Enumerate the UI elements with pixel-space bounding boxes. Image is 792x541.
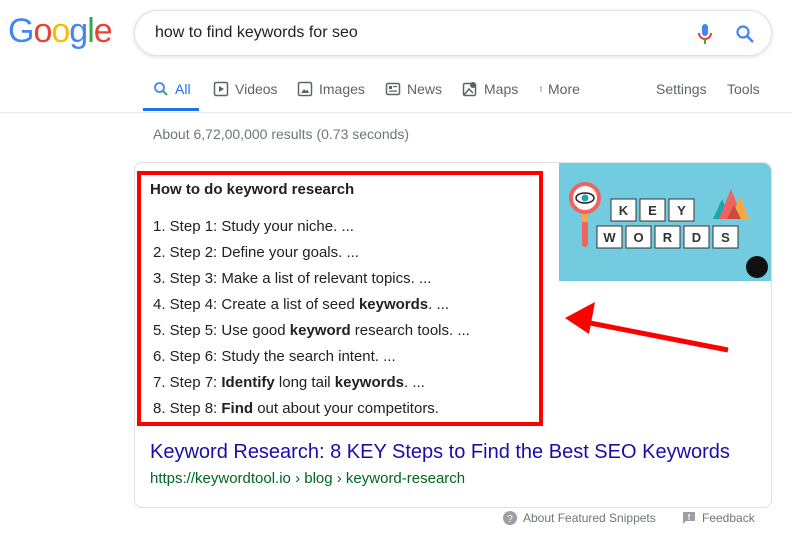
bold-text: keywords [334, 374, 404, 391]
red-arrow [565, 302, 729, 353]
letter-tile-text: Y [677, 203, 686, 218]
search-icon [154, 82, 168, 96]
snippet-step: 4. Step 4: Create a list of seed keyword… [153, 296, 449, 313]
snippet-step: 2. Step 2: Define your goals. ... [153, 244, 359, 261]
letter-tile-text: D [692, 230, 701, 245]
snippet-step: 3. Step 3: Make a list of relevant topic… [153, 270, 431, 287]
snippet-title: How to do keyword research [150, 181, 355, 198]
bold-text: Identify [221, 374, 275, 391]
step-text: . ... [403, 374, 425, 391]
letter-tile-text: R [663, 230, 673, 245]
snippet-step: 5. Step 5: Use good keyword research too… [153, 322, 470, 339]
snippet-step: 7. Step 7: Identify long tail keywords. … [153, 374, 425, 391]
step-text: . ... [428, 296, 449, 313]
active-tab-indicator [143, 108, 199, 111]
settings-link[interactable]: Settings [656, 81, 707, 97]
tab-maps[interactable]: Maps [462, 81, 518, 97]
tab-news[interactable]: News [385, 81, 442, 97]
video-icon [213, 81, 229, 97]
help-icon: ? [503, 511, 517, 525]
news-icon [385, 82, 401, 96]
step-text: research tools. ... [350, 322, 470, 339]
step-text: 2. Step 2: Define your goals. ... [153, 244, 359, 261]
image-icon [297, 81, 313, 97]
step-text: 6. Step 6: Study the search intent. ... [153, 348, 396, 365]
step-text: 7. Step 7: [153, 374, 222, 391]
result-url: https://keywordtool.io › blog › keyword-… [150, 470, 466, 487]
map-icon [462, 82, 477, 97]
letter-tile-text: W [603, 230, 616, 245]
search-box[interactable]: how to find keywords for seo [134, 10, 772, 56]
mic-icon[interactable] [697, 23, 713, 45]
tab-all[interactable]: All [153, 81, 191, 97]
search-icon[interactable] [735, 24, 755, 44]
step-text: 1. Step 1: Study your niche. ... [153, 218, 354, 235]
step-text: long tail [274, 374, 335, 391]
tab-videos[interactable]: Videos [213, 81, 278, 97]
step-text: 8. Step 8: [153, 400, 222, 417]
step-text: 3. Step 3: Make a list of relevant topic… [153, 270, 432, 287]
step-text: 5. Step 5: Use good [153, 322, 290, 339]
google-logo[interactable]: Google [8, 12, 113, 51]
snippet-step: 6. Step 6: Study the search intent. ... [153, 348, 396, 365]
feedback-icon [683, 512, 695, 524]
tools-link[interactable]: Tools [727, 81, 760, 97]
search-input[interactable]: how to find keywords for seo [155, 24, 358, 42]
more-icon [540, 86, 542, 92]
letter-tile-text: E [648, 203, 657, 218]
tab-images[interactable]: Images [297, 81, 365, 97]
step-text: out about your competitors. [253, 400, 439, 417]
divider [0, 112, 792, 113]
bold-text: keywords [358, 296, 429, 313]
about-featured-snippets[interactable]: ? About Featured Snippets [503, 511, 656, 525]
step-text: 4. Step 4: Create a list of seed [153, 296, 359, 313]
snippet-image[interactable]: K E Y W O R D S [559, 163, 771, 281]
snippet-step: 1. Step 1: Study your niche. ... [153, 218, 354, 235]
letter-tile-text: S [721, 230, 730, 245]
letter-tile-text: K [619, 203, 629, 218]
tab-more[interactable]: More [538, 81, 580, 97]
bold-text: Find [221, 400, 254, 417]
feedback-button[interactable]: Feedback [682, 511, 755, 525]
letter-tile-text: O [633, 230, 643, 245]
bold-text: keyword [289, 322, 351, 339]
svg-text:?: ? [507, 514, 513, 525]
result-title-link[interactable]: Keyword Research: 8 KEY Steps to Find th… [150, 441, 730, 464]
snippet-step: 8. Step 8: Find out about your competito… [153, 400, 439, 417]
result-stats: About 6,72,00,000 results (0.73 seconds) [153, 126, 410, 142]
